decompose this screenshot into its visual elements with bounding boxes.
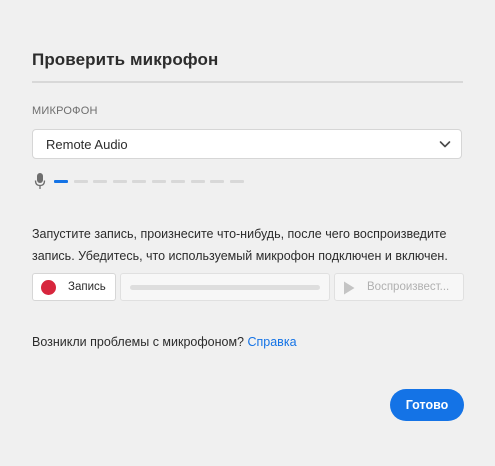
dialog-title: Проверить микрофон (32, 50, 219, 69)
recorder-controls: Запись Воспроизвест... (32, 273, 464, 301)
play-button-label: Воспроизвест... (367, 281, 450, 293)
help-question: Возникли проблемы с микрофоном? (32, 335, 244, 349)
instructions-line-1: Запустите запись, произнесите что-нибудь… (32, 227, 447, 241)
mic-level-segment (132, 180, 146, 183)
mic-level-segment (229, 180, 244, 183)
instructions-line-2: запись. Убедитесь, что используемый микр… (32, 249, 448, 263)
play-button[interactable]: Воспроизвест... (334, 273, 464, 301)
mic-level-segment (171, 180, 185, 183)
microphone-section-label: МИКРОФОН (32, 105, 98, 117)
mic-level-segment (112, 180, 127, 183)
playback-progress (120, 273, 330, 301)
playback-progress-track (130, 285, 320, 290)
microphone-select[interactable]: Remote Audio (32, 129, 462, 159)
title-divider (32, 81, 463, 83)
done-button[interactable]: Готово (390, 389, 464, 421)
mic-level-segment (190, 180, 205, 183)
mic-level-segment (93, 180, 107, 183)
help-row: Возникли проблемы с микрофоном? Справка (32, 335, 297, 349)
mic-test-dialog: Проверить микрофон МИКРОФОН Remote Audio… (0, 0, 495, 466)
mic-level-meter (34, 172, 264, 190)
mic-level-segment (73, 180, 88, 183)
record-button[interactable]: Запись (32, 273, 116, 301)
microphone-select-value: Remote Audio (46, 137, 128, 152)
mic-level-segment (210, 180, 224, 183)
record-button-label: Запись (68, 281, 106, 293)
microphone-icon (34, 173, 46, 189)
play-icon (344, 281, 355, 295)
mic-level-segment (151, 180, 166, 183)
instructions-text: Запустите запись, произнесите что-нибудь… (32, 223, 472, 267)
chevron-down-icon (439, 141, 451, 148)
record-dot-icon (41, 280, 56, 295)
help-link[interactable]: Справка (247, 335, 296, 349)
mic-level-segment (54, 180, 68, 183)
